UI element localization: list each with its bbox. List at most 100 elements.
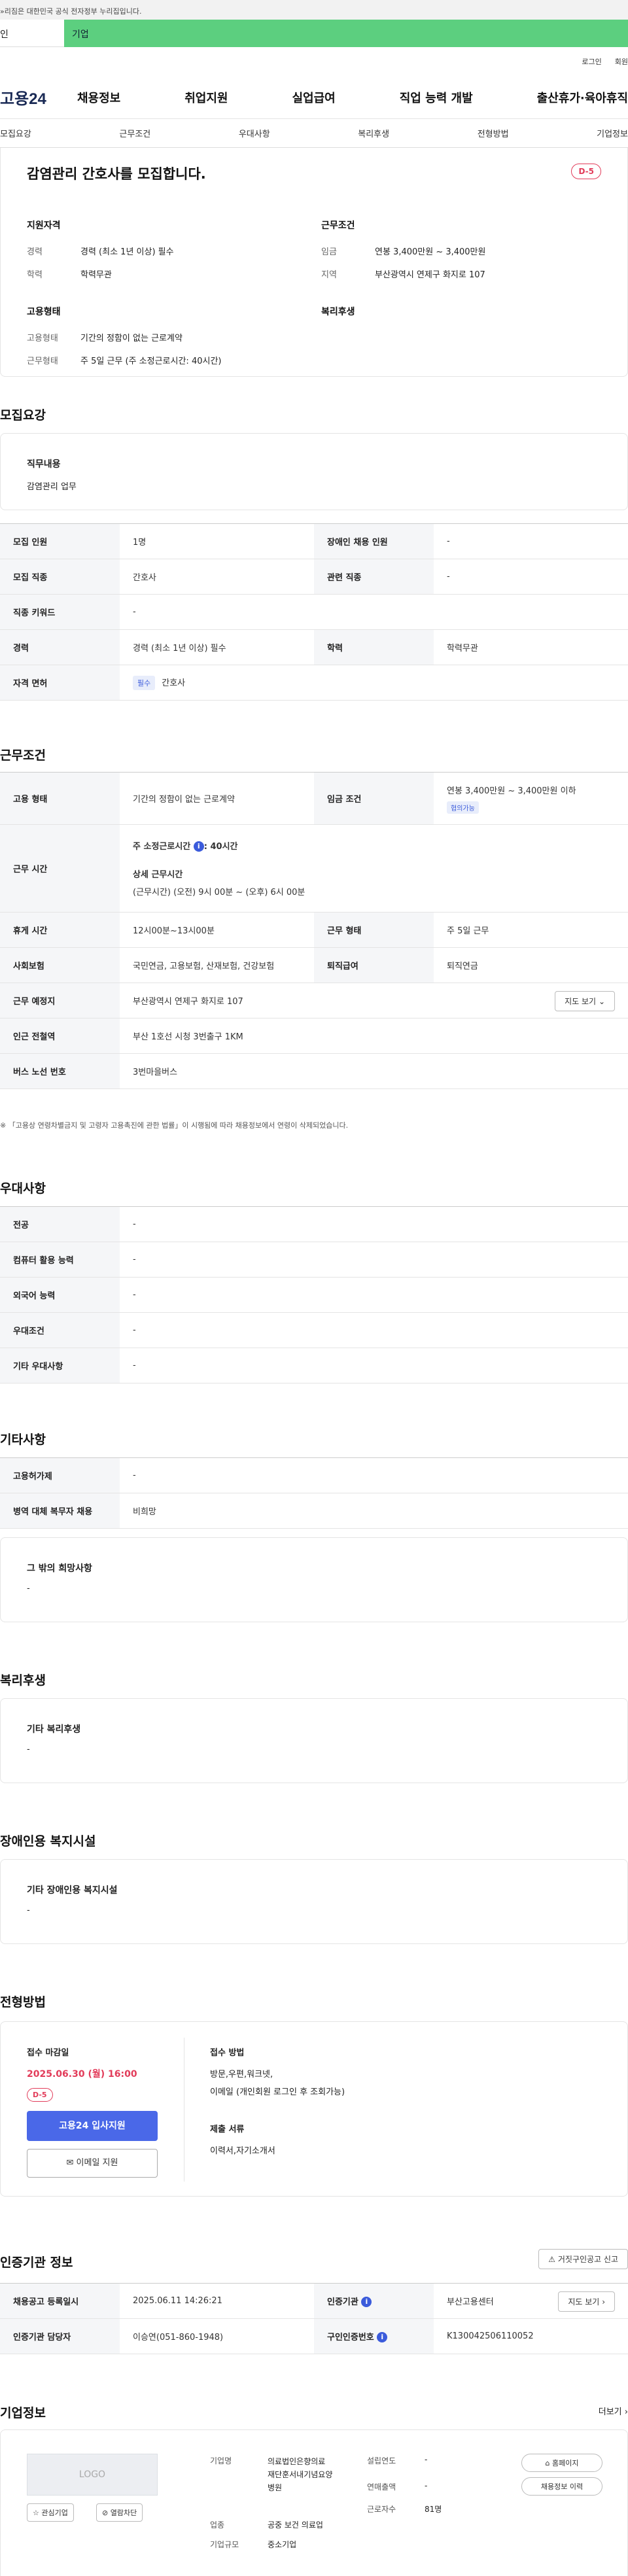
license-value: 간호사: [162, 678, 186, 688]
cond-region-key: 지역: [321, 270, 337, 280]
table-row: 자격 면허 필수 간호사: [0, 665, 628, 701]
welfare-label: 기타 복리후생: [27, 1724, 81, 1735]
headcount-key: 모집 인원: [0, 523, 120, 559]
age-law-note: ※ 「고용상 연령차별금지 및 고령자 고용촉진에 관한 법률」이 시행됨에 따…: [0, 1121, 349, 1130]
section-nav-work[interactable]: 근무조건: [119, 127, 150, 139]
company-name-line1: 의료법인은향의료: [268, 2457, 326, 2466]
favorite-company-button[interactable]: ☆ 관심기업: [27, 2503, 74, 2522]
company-more-label: 더보기: [598, 2407, 622, 2417]
cert-org-cell: 부산고용센터 지도 보기 ›: [434, 2283, 628, 2319]
occupation-key: 모집 직종: [0, 559, 120, 595]
dday-badge: D-5: [571, 164, 601, 179]
tab-individual[interactable]: 인: [0, 20, 64, 47]
info-icon[interactable]: i: [193, 841, 204, 852]
map-view-button[interactable]: 지도 보기 ⌄: [555, 991, 615, 1011]
computer-skill-value: -: [120, 1242, 628, 1278]
reg-date-key: 채용공고 등록일시: [0, 2283, 120, 2319]
section-nav-pref[interactable]: 우대사항: [239, 127, 270, 139]
gnb-item-unemployment-benefit[interactable]: 실업급여: [292, 89, 336, 106]
work-permit-key: 고용허가제: [0, 1457, 120, 1493]
table-row: 고용허가제 -: [0, 1457, 628, 1493]
tab-corporate[interactable]: 기업: [64, 20, 628, 47]
cert-no-value: K130042506110052: [434, 2318, 628, 2354]
insurance-value: 국민연금, 고용보험, 산재보험, 건강보험: [120, 947, 314, 983]
apply-button[interactable]: 고용24 입사지원: [27, 2111, 158, 2141]
language-value: -: [120, 1277, 628, 1313]
disability-label: 기타 장애인용 복지시설: [27, 1885, 118, 1896]
cert-map-button[interactable]: 지도 보기 ›: [558, 2291, 615, 2312]
retirement-value: 퇴직연금: [434, 947, 628, 983]
emp-type-key: 고용 형태: [0, 772, 120, 825]
major-value: -: [120, 1206, 628, 1242]
recruit-section-title: 모집요강: [0, 408, 46, 423]
company-logo: LOGO: [27, 2454, 158, 2496]
gov-notice-text: »리짐은 대한민국 공식 전자정부 누리집입니다.: [0, 7, 142, 16]
gnb-menu: 채용정보 취업지원 실업급여 직업 능력 개발 출산휴가·육아휴직: [77, 89, 628, 106]
job-title: 감염관리 간호사를 모집합니다.: [27, 166, 206, 182]
cert-org-key: 인증기관 i: [314, 2283, 434, 2319]
company-name-line3: 병원: [268, 2483, 283, 2492]
qual-edu-value: 학력무관: [80, 270, 112, 280]
chevron-right-icon: ›: [602, 2297, 605, 2306]
block-company-label: 열람차단: [110, 2509, 137, 2517]
related-occupation-key: 관련 직종: [314, 559, 434, 595]
section-nav-welfare[interactable]: 복리후생: [358, 127, 389, 139]
work-permit-value: -: [120, 1457, 628, 1493]
home-icon: ⌂: [545, 2459, 550, 2467]
duty-box: 직무내용 감염관리 업무: [0, 433, 628, 510]
cond-wage-value: 연봉 3,400만원 ~ 3,400만원: [375, 247, 486, 257]
disability-box: 기타 장애인용 복지시설 -: [0, 1859, 628, 1944]
block-company-button[interactable]: ⊘ 열람차단: [96, 2503, 143, 2522]
cert-no-key-text: 구인인증번호: [327, 2332, 374, 2342]
site-logo[interactable]: 고용24: [0, 86, 77, 109]
table-row: 버스 노선 번호 3번마을버스: [0, 1053, 628, 1089]
conditions-title: 근무조건: [321, 220, 355, 231]
util-menu: 로그인 회원: [0, 47, 628, 76]
gnb-item-skill-development[interactable]: 직업 능력 개발: [400, 89, 473, 106]
section-nav-recruit[interactable]: 모집요강: [0, 127, 31, 139]
deadline-value: 2025.06.30 (월) 16:00: [27, 2069, 137, 2080]
table-row: 모집 직종 간호사 관련 직종 -: [0, 559, 628, 595]
login-link[interactable]: 로그인: [582, 56, 601, 67]
company-name-value: 의료법인은향의료 재단훈서내기념요양 병원: [268, 2455, 332, 2494]
headcount-value: 1명: [120, 523, 314, 559]
pref-section-title: 우대사항: [0, 1181, 46, 1196]
table-row: 근무 예정지 부산광역시 연제구 화지로 107 지도 보기 ⌄: [0, 983, 628, 1018]
founded-value: -: [425, 2455, 428, 2464]
job-history-button[interactable]: 채용정보 이력: [521, 2477, 602, 2496]
employees-value: 81명: [425, 2505, 442, 2514]
wage-cell: 연봉 3,400만원 ~ 3,400만원 이하 협의가능: [434, 772, 628, 825]
email-apply-button[interactable]: ✉ 이메일 지원: [27, 2149, 158, 2178]
mail-icon: ✉: [66, 2158, 74, 2168]
section-nav-company[interactable]: 기업정보: [597, 127, 628, 139]
manager-key: 인증기관 담당자: [0, 2318, 120, 2354]
table-row: 근무 시간 주 소정근로시간 i: 40시간 상세 근무시간 (근무시간) (오…: [0, 824, 628, 913]
gnb-item-employment-support[interactable]: 취업지원: [184, 89, 228, 106]
education-key: 학력: [314, 629, 434, 665]
section-nav-apply[interactable]: 전형방법: [478, 127, 509, 139]
language-key: 외국어 능력: [0, 1277, 120, 1313]
table-row: 직종 키워드 -: [0, 594, 628, 630]
gnb-item-parental-leave[interactable]: 출산휴가·육아휴직: [537, 89, 628, 106]
career-value: 경력 (최소 1년 이상) 필수: [120, 629, 314, 665]
info-icon[interactable]: i: [377, 2332, 388, 2343]
welfare-summary-title: 복리후생: [321, 307, 355, 317]
homepage-button[interactable]: ⌂ 홈페이지: [521, 2454, 602, 2472]
subway-value: 부산 1호선 시청 3번출구 1KM: [120, 1018, 628, 1054]
signup-link[interactable]: 회원: [615, 56, 628, 67]
apply-dday-badge: D-5: [27, 2088, 53, 2102]
report-fake-job-button[interactable]: ⚠ 거짓구인공고 신고: [538, 2249, 628, 2269]
gnb-item-jobs[interactable]: 채용정보: [77, 89, 120, 106]
related-occupation-value: -: [434, 559, 628, 595]
qualification-title: 지원자격: [27, 220, 61, 231]
sales-key: 연매출액: [367, 2482, 396, 2492]
insurance-key: 사회보험: [0, 947, 120, 983]
company-more-link[interactable]: 더보기 ›: [599, 2405, 628, 2417]
other-wishes-box: 그 밖의 희망사항 -: [0, 1537, 628, 1622]
cert-no-key: 구인인증번호 i: [314, 2318, 434, 2354]
negotiable-chip: 협의가능: [447, 801, 479, 814]
info-icon[interactable]: i: [361, 2297, 372, 2308]
disability-section-title: 장애인용 복지시설: [0, 1834, 96, 1849]
computer-skill-key: 컴퓨터 활용 능력: [0, 1242, 120, 1278]
company-size-value: 중소기업: [268, 2540, 297, 2549]
